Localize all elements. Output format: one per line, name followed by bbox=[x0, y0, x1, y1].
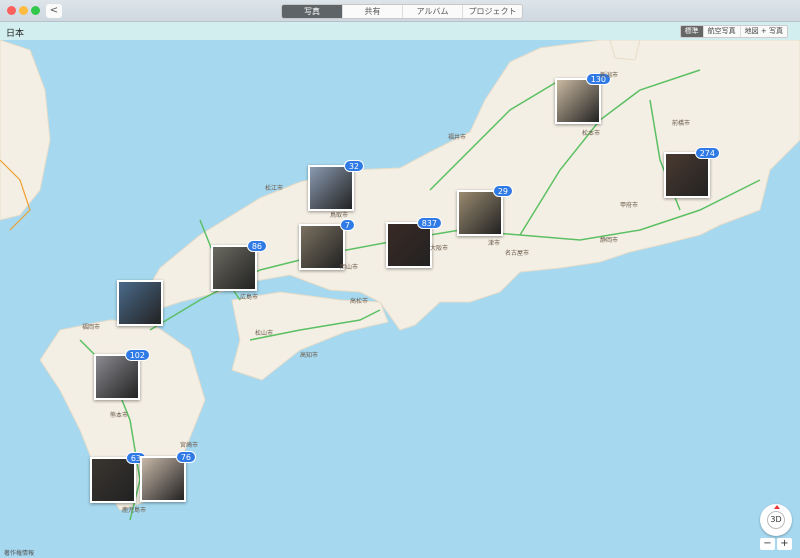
photo-pin[interactable]: 7 bbox=[299, 219, 355, 270]
photo-count-badge: 76 bbox=[175, 451, 196, 463]
city-label: 松山市 bbox=[255, 330, 274, 337]
compass-control[interactable]: 3D bbox=[760, 504, 792, 536]
city-label: 高知市 bbox=[300, 352, 319, 359]
city-label: 福井市 bbox=[448, 134, 467, 141]
city-label: 静岡市 bbox=[600, 237, 619, 244]
city-label: 岡山市 bbox=[340, 264, 359, 271]
zoom-out-button[interactable]: − bbox=[760, 538, 775, 550]
zoom-button[interactable] bbox=[31, 6, 40, 15]
city-label: 広島市 bbox=[240, 294, 259, 301]
photo-pin[interactable]: 102 bbox=[94, 349, 150, 400]
city-label: 高松市 bbox=[350, 298, 369, 305]
photo-count-badge: 274 bbox=[694, 147, 720, 159]
city-label: 津市 bbox=[488, 240, 501, 247]
photo-pin[interactable]: 29 bbox=[457, 185, 513, 236]
mode-standard[interactable]: 標準 bbox=[680, 26, 703, 37]
city-label: 前橋市 bbox=[672, 120, 691, 127]
photo-pin[interactable]: 63 bbox=[90, 452, 146, 503]
photo-pin[interactable] bbox=[117, 280, 163, 326]
city-label: 熊本市 bbox=[110, 412, 129, 419]
photo-count-badge: 86 bbox=[246, 240, 267, 252]
region-title: 日本 bbox=[6, 29, 25, 39]
legal-link[interactable]: 著作権情報 bbox=[4, 548, 34, 557]
photo-pin[interactable]: 76 bbox=[140, 451, 196, 502]
photo-count-badge: 837 bbox=[416, 217, 442, 229]
back-button[interactable]: < bbox=[46, 4, 62, 18]
photo-count-badge: 102 bbox=[124, 349, 150, 361]
zoom-in-button[interactable]: + bbox=[777, 538, 792, 550]
city-label: 松江市 bbox=[265, 185, 284, 192]
photo-count-badge: 29 bbox=[492, 185, 513, 197]
map-mode-selector: 標準 航空写真 地図 + 写真 bbox=[679, 25, 788, 38]
photo-count-badge: 32 bbox=[343, 160, 364, 172]
photo-pin[interactable]: 32 bbox=[308, 160, 364, 211]
tab-albums[interactable]: アルバム bbox=[402, 5, 462, 18]
photo-pin[interactable]: 274 bbox=[664, 147, 720, 198]
minimize-button[interactable] bbox=[19, 6, 28, 15]
city-label: 新潟市 bbox=[600, 72, 619, 79]
close-button[interactable] bbox=[7, 6, 16, 15]
city-label: 甲府市 bbox=[620, 202, 639, 209]
city-label: 鳥取市 bbox=[330, 212, 349, 219]
tab-photos[interactable]: 写真 bbox=[282, 5, 342, 18]
city-label: 福岡市 bbox=[82, 324, 101, 331]
tab-shared[interactable]: 共有 bbox=[342, 5, 402, 18]
city-label: 松本市 bbox=[582, 130, 601, 137]
photo-count-badge: 7 bbox=[339, 219, 355, 231]
city-label: 鹿児島市 bbox=[122, 507, 147, 514]
tab-projects[interactable]: プロジェクト bbox=[462, 5, 522, 18]
mode-satellite[interactable]: 航空写真 bbox=[702, 26, 740, 37]
view-tabs: 写真 共有 アルバム プロジェクト bbox=[281, 4, 523, 19]
city-label: 宮崎市 bbox=[180, 442, 199, 449]
map-header: 日本 標準 航空写真 地図 + 写真 bbox=[0, 22, 800, 40]
title-bar: < 写真 共有 アルバム プロジェクト bbox=[0, 0, 800, 22]
mode-hybrid[interactable]: 地図 + 写真 bbox=[739, 26, 787, 37]
korea-land bbox=[0, 40, 51, 221]
photo-pin[interactable]: 837 bbox=[386, 217, 442, 268]
sado-land bbox=[609, 40, 641, 61]
photo-pin[interactable]: 130 bbox=[555, 73, 611, 124]
north-indicator-icon bbox=[774, 505, 780, 509]
city-label: 名古屋市 bbox=[505, 250, 530, 257]
city-label: 大阪市 bbox=[430, 245, 449, 252]
3d-button[interactable]: 3D bbox=[767, 511, 785, 529]
photo-pin[interactable]: 86 bbox=[211, 240, 267, 291]
